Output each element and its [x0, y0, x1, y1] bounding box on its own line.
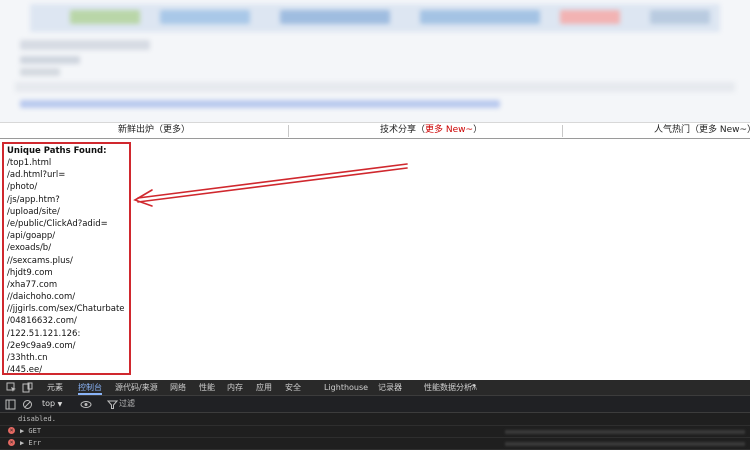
error-icon: × [8, 427, 15, 434]
devtools-tab[interactable]: 记录器 [378, 380, 402, 395]
inspect-element-icon[interactable] [6, 382, 17, 393]
devtools-panel: 元素 控制台 源代码/来源 网络 性能 内存 应用 安全 Lighthouse 记录器 性能数据分析… [0, 380, 750, 450]
chevron-down-icon: ▼ [57, 401, 63, 408]
devtools-tab[interactable]: 性能数据分析 [424, 380, 472, 395]
devtools-tab[interactable]: 元素 [47, 380, 63, 395]
context-select[interactable]: top ▼ [42, 398, 70, 410]
filter-icon [107, 400, 118, 409]
devtools-tab[interactable]: Lighthouse [324, 380, 368, 395]
filter-input[interactable]: 过滤 [119, 398, 135, 410]
blurred-console-text [505, 442, 745, 446]
device-toolbar-icon[interactable] [22, 382, 33, 393]
arrow-shaft-lower [137, 167, 408, 203]
devtools-tab[interactable]: 内存 [227, 380, 243, 395]
devtools-tab[interactable]: 源代码/来源 [115, 380, 158, 395]
devtools-tab[interactable]: 控制台 [78, 380, 102, 395]
devtools-tab[interactable]: 网络 [170, 380, 186, 395]
console-error-row[interactable]: × ▶ Err [0, 437, 750, 450]
devtools-tab[interactable]: 性能 [199, 380, 215, 395]
eye-icon[interactable] [80, 399, 92, 410]
sidebar-toggle-icon[interactable] [5, 399, 16, 410]
clear-console-icon[interactable] [22, 399, 33, 410]
console-toolbar: top ▼ 过滤 [0, 396, 750, 413]
devtools-tab-bar: 元素 控制台 源代码/来源 网络 性能 内存 应用 安全 Lighthouse 记录器 性能数据分析… [0, 380, 750, 396]
devtools-tab[interactable]: 应用 [256, 380, 272, 395]
error-icon: × [8, 439, 15, 446]
arrow-shaft-upper [137, 163, 408, 199]
screenshot: 新鲜出炉（更多） 技术分享（更多 New~） 人气热门（更多 New~） Uni… [0, 0, 750, 450]
blurred-console-text [505, 430, 745, 434]
experiment-icon: ⚗ [470, 383, 478, 392]
devtools-tab[interactable]: 安全 [285, 380, 301, 395]
